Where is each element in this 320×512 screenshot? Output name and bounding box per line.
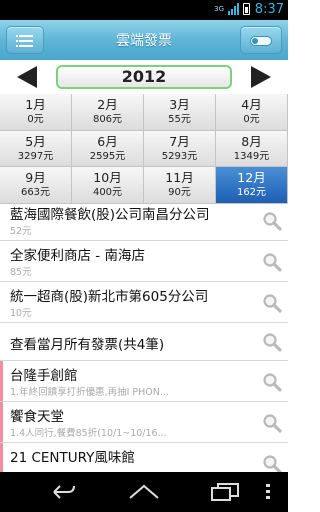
invoice-item[interactable]: 統一超商(股)新北市第605分公司 10元 <box>0 282 288 323</box>
navigation-bar <box>0 472 288 512</box>
month-amount: 0元 <box>27 114 44 125</box>
settings-toggle-button[interactable] <box>240 26 282 54</box>
month-label: 9月 <box>25 170 46 186</box>
invoice-item-title: 全家便利商店 - 南海店 <box>10 248 145 264</box>
month-cell[interactable]: 2月 806元 <box>72 94 144 131</box>
home-icon[interactable] <box>128 482 160 502</box>
menu-button[interactable] <box>6 26 44 54</box>
month-amount: 162元 <box>236 187 267 199</box>
month-cell[interactable]: 10月 400元 <box>72 167 144 204</box>
invoice-item[interactable]: 藍海國際餐飲(股)公司南昌分公司 52元 <box>0 204 288 241</box>
month-amount: 806元 <box>92 114 123 125</box>
month-cell[interactable]: 6月 2595元 <box>72 130 144 168</box>
month-amount: 663元 <box>20 187 51 199</box>
invoice-item-title: 藍海國際餐飲(股)公司南昌分公司 <box>10 207 210 223</box>
month-cell[interactable]: 4月 0元 <box>216 94 288 131</box>
magnifier-icon[interactable] <box>262 211 282 231</box>
month-label: 11月 <box>165 170 194 186</box>
magnifier-icon[interactable] <box>262 252 282 272</box>
magnifier-icon[interactable] <box>262 332 282 352</box>
invoice-item-title: 統一超商(股)新北市第605分公司 <box>10 289 209 305</box>
network-type: 3G <box>214 5 224 13</box>
promotion-item-title: 台隆手創館 <box>10 368 78 384</box>
back-arrow-icon[interactable] <box>48 482 78 502</box>
promotion-item[interactable]: 台隆手創館 1.年終回饋享打折優惠,再抽I PHON... <box>0 361 288 402</box>
month-amount: 90元 <box>168 187 191 199</box>
month-label: 3月 <box>169 97 190 112</box>
invoice-item[interactable]: 全家便利商店 - 南海店 85元 <box>0 241 288 282</box>
status-bar: 3G 8:37 <box>0 0 288 20</box>
month-label: 1月 <box>25 97 46 112</box>
year-selector: 2012 <box>0 60 288 94</box>
month-amount: 55元 <box>168 114 191 125</box>
toggle-switch-icon <box>250 36 272 46</box>
month-amount: 400元 <box>92 187 123 199</box>
month-cell[interactable]: 11月 90元 <box>144 167 216 204</box>
month-amount: 2595元 <box>89 150 126 162</box>
promotion-item-detail: 1.4人同行,餐費85折(10/1~10/16... <box>10 428 167 439</box>
promotion-item-detail: 1.年終回饋享打折優惠,再抽I PHON... <box>10 387 169 398</box>
month-cell[interactable]: 12月 162元 <box>216 167 288 204</box>
app-header: 雲端發票 <box>0 20 288 60</box>
magnifier-icon[interactable] <box>262 413 282 433</box>
month-label: 12月 <box>237 170 266 186</box>
month-label: 5月 <box>25 133 46 149</box>
promotion-item-title: 饗食天堂 <box>10 409 64 425</box>
invoice-item-detail: 85元 <box>10 267 32 278</box>
month-amount: 0元 <box>243 114 260 125</box>
month-amount: 3297元 <box>17 150 54 162</box>
signal-icon <box>228 3 239 15</box>
month-label: 6月 <box>97 133 118 149</box>
previous-year-button[interactable] <box>15 65 39 89</box>
magnifier-icon[interactable] <box>262 454 282 473</box>
month-cell[interactable]: 8月 1349元 <box>216 130 288 168</box>
month-amount: 5293元 <box>161 150 198 162</box>
next-year-button[interactable] <box>249 65 273 89</box>
promotion-item[interactable]: 21 CENTURY風味館 <box>0 443 288 472</box>
month-label: 7月 <box>169 133 190 149</box>
view-all-invoices-title: 查看當月所有發票(共4筆) <box>10 337 165 353</box>
month-cell[interactable]: 9月 663元 <box>0 167 72 204</box>
battery-icon <box>243 3 250 15</box>
invoice-item-detail: 52元 <box>10 226 32 237</box>
promotion-item[interactable]: 饗食天堂 1.4人同行,餐費85折(10/1~10/16... <box>0 402 288 443</box>
month-cell[interactable]: 1月 0元 <box>0 94 72 131</box>
month-cell[interactable]: 7月 5293元 <box>144 130 216 168</box>
year-display: 2012 <box>56 65 232 89</box>
clock: 8:37 <box>254 2 284 17</box>
invoice-item-detail: 10元 <box>10 308 32 319</box>
view-all-invoices[interactable]: 查看當月所有發票(共4筆) <box>0 323 288 361</box>
month-label: 4月 <box>241 97 262 112</box>
month-amount: 1349元 <box>233 150 270 162</box>
month-grid: 1月 0元 2月 806元 3月 55元 4月 0元 5月 3297元 6月 2595元 7月 5293元… <box>0 94 288 204</box>
magnifier-icon[interactable] <box>262 372 282 392</box>
magnifier-icon[interactable] <box>262 293 282 313</box>
month-label: 8月 <box>241 133 262 149</box>
invoice-list: 藍海國際餐飲(股)公司南昌分公司 52元全家便利商店 - 南海店 85元統一超商(股… <box>0 204 288 472</box>
month-label: 10月 <box>93 170 122 186</box>
month-label: 2月 <box>97 97 118 112</box>
overflow-menu-icon[interactable] <box>264 482 272 502</box>
promotion-item-title: 21 CENTURY風味館 <box>10 450 135 466</box>
month-cell[interactable]: 3月 55元 <box>144 94 216 131</box>
recent-apps-icon[interactable] <box>210 482 240 502</box>
month-cell[interactable]: 5月 3297元 <box>0 130 72 168</box>
